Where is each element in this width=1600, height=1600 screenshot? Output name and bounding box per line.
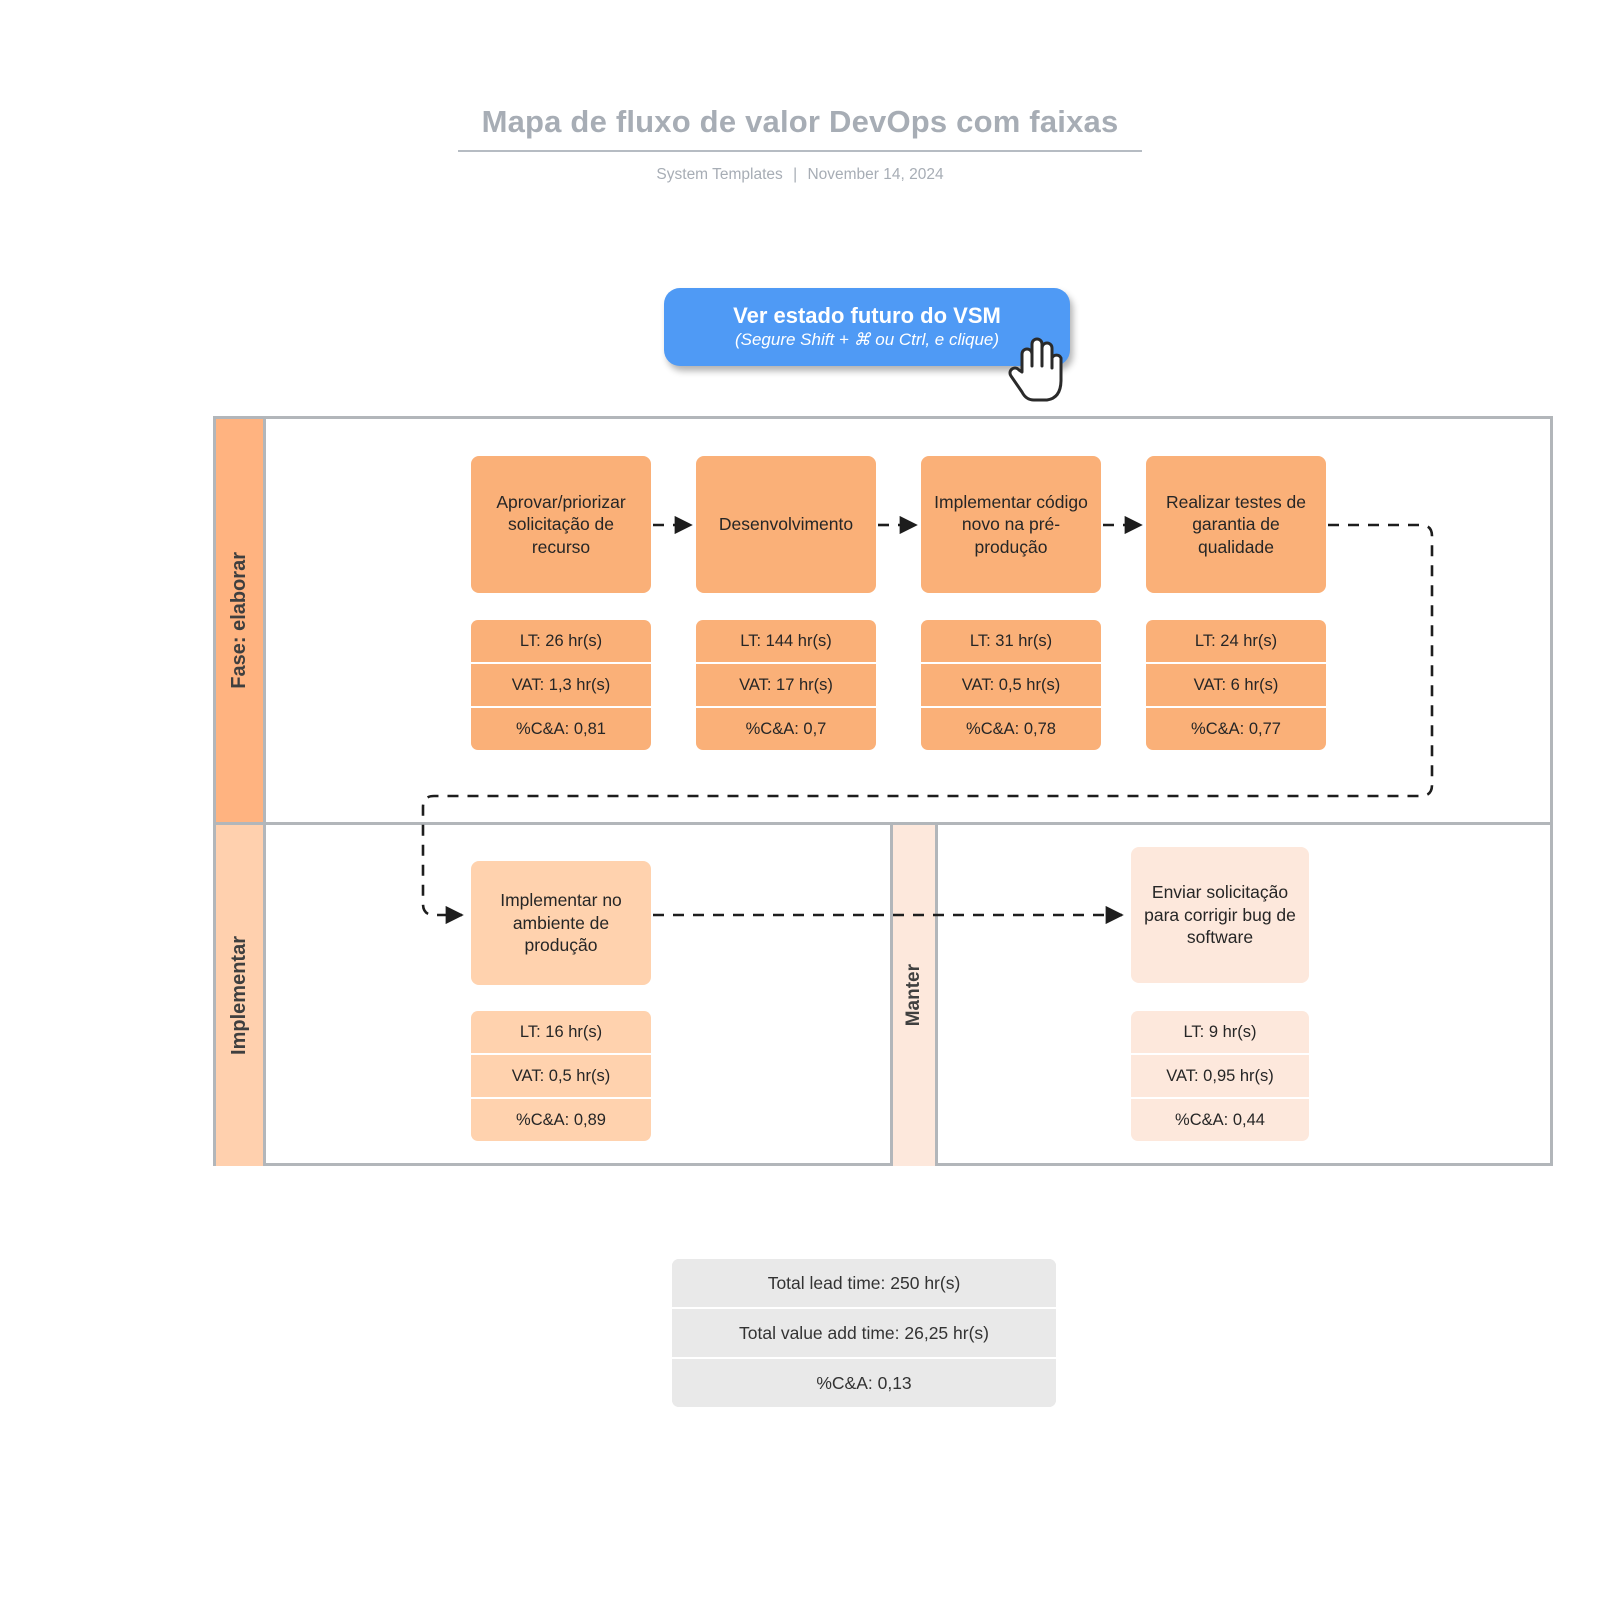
swimlane-label-manter: Manter — [903, 964, 924, 1027]
metric-vat: VAT: 0,95 hr(s) — [1131, 1053, 1309, 1097]
subtitle-separator: | — [793, 166, 798, 183]
total-value-add-time: Total value add time: 26,25 hr(s) — [672, 1307, 1056, 1357]
title-divider — [458, 150, 1142, 152]
totals-summary: Total lead time: 250 hr(s) Total value a… — [672, 1259, 1056, 1407]
metric-ca: %C&A: 0,89 — [471, 1097, 651, 1141]
metrics-develop: LT: 144 hr(s) VAT: 17 hr(s) %C&A: 0,7 — [696, 620, 876, 750]
metric-ca: %C&A: 0,7 — [696, 706, 876, 750]
metric-vat: VAT: 6 hr(s) — [1146, 662, 1326, 706]
node-bugfix[interactable]: Enviar solicitação para corrigir bug de … — [1131, 847, 1309, 983]
metrics-qa: LT: 24 hr(s) VAT: 6 hr(s) %C&A: 0,77 — [1146, 620, 1326, 750]
value-stream-map: Fase: elaborar Aprovar/priorizar solicit… — [213, 416, 1553, 1166]
swimlane-header-deploy[interactable]: Implementar — [216, 825, 266, 1166]
cta-button-label: Ver estado futuro do VSM — [733, 303, 1001, 329]
metric-ca: %C&A: 0,44 — [1131, 1097, 1309, 1141]
metric-vat: VAT: 0,5 hr(s) — [471, 1053, 651, 1097]
metric-lt: LT: 31 hr(s) — [969, 631, 1053, 650]
metric-ca: %C&A: 0,77 — [1146, 706, 1326, 750]
metric-lt: LT: 24 hr(s) — [1194, 631, 1278, 650]
document-subtitle: System Templates | November 14, 2024 — [0, 166, 1600, 184]
swimlane-label-deploy: Implementar — [228, 936, 250, 1055]
total-ca: %C&A: 0,13 — [672, 1357, 1056, 1407]
metric-ca: %C&A: 0,78 — [921, 706, 1101, 750]
total-lead-time: Total lead time: 250 hr(s) — [672, 1259, 1056, 1307]
metric-vat: VAT: 1,3 hr(s) — [471, 662, 651, 706]
swimlane-deploy: Implementar Manter Implementar no ambien… — [216, 822, 1550, 1166]
metrics-bugfix: LT: 9 hr(s) VAT: 0,95 hr(s) %C&A: 0,44 — [1131, 1011, 1309, 1141]
metrics-deploy-preprod: LT: 31 hr(s) VAT: 0,5 hr(s) %C&A: 0,78 — [921, 620, 1101, 750]
node-qa[interactable]: Realizar testes de garantia de qualidade — [1146, 456, 1326, 593]
metric-lt: LT: 9 hr(s) — [1183, 1022, 1257, 1041]
view-future-state-button[interactable]: Ver estado futuro do VSM (Segure Shift +… — [664, 288, 1070, 366]
metric-lt: LT: 26 hr(s) — [519, 631, 603, 650]
metrics-deploy-prod: LT: 16 hr(s) VAT: 0,5 hr(s) %C&A: 0,89 — [471, 1011, 651, 1141]
swimlane-build: Fase: elaborar Aprovar/priorizar solicit… — [216, 419, 1550, 822]
node-approve[interactable]: Aprovar/priorizar solicitação de recurso — [471, 456, 651, 593]
metric-lt: LT: 16 hr(s) — [519, 1022, 603, 1041]
cta-button-hint: (Segure Shift + ⌘ ou Ctrl, e clique) — [734, 330, 1000, 350]
document-author: System Templates — [656, 166, 783, 183]
metric-vat: VAT: 17 hr(s) — [696, 662, 876, 706]
metric-lt: LT: 144 hr(s) — [740, 631, 832, 650]
document-header: Mapa de fluxo de valor DevOps com faixas… — [0, 0, 1600, 184]
metric-vat: VAT: 0,5 hr(s) — [921, 662, 1101, 706]
metrics-approve: LT: 26 hr(s) VAT: 1,3 hr(s) %C&A: 0,81 — [471, 620, 651, 750]
swimlane-header-manter[interactable]: Manter — [890, 825, 938, 1166]
node-deploy-prod[interactable]: Implementar no ambiente de produção — [471, 861, 651, 985]
swimlane-header-build[interactable]: Fase: elaborar — [216, 419, 266, 822]
page-title: Mapa de fluxo de valor DevOps com faixas — [481, 104, 1119, 139]
document-date: November 14, 2024 — [807, 166, 944, 183]
swimlane-label-build: Fase: elaborar — [228, 552, 250, 689]
node-deploy-preprod[interactable]: Implementar código novo na pré-produção — [921, 456, 1101, 593]
node-develop[interactable]: Desenvolvimento — [696, 456, 876, 593]
metric-ca: %C&A: 0,81 — [471, 706, 651, 750]
